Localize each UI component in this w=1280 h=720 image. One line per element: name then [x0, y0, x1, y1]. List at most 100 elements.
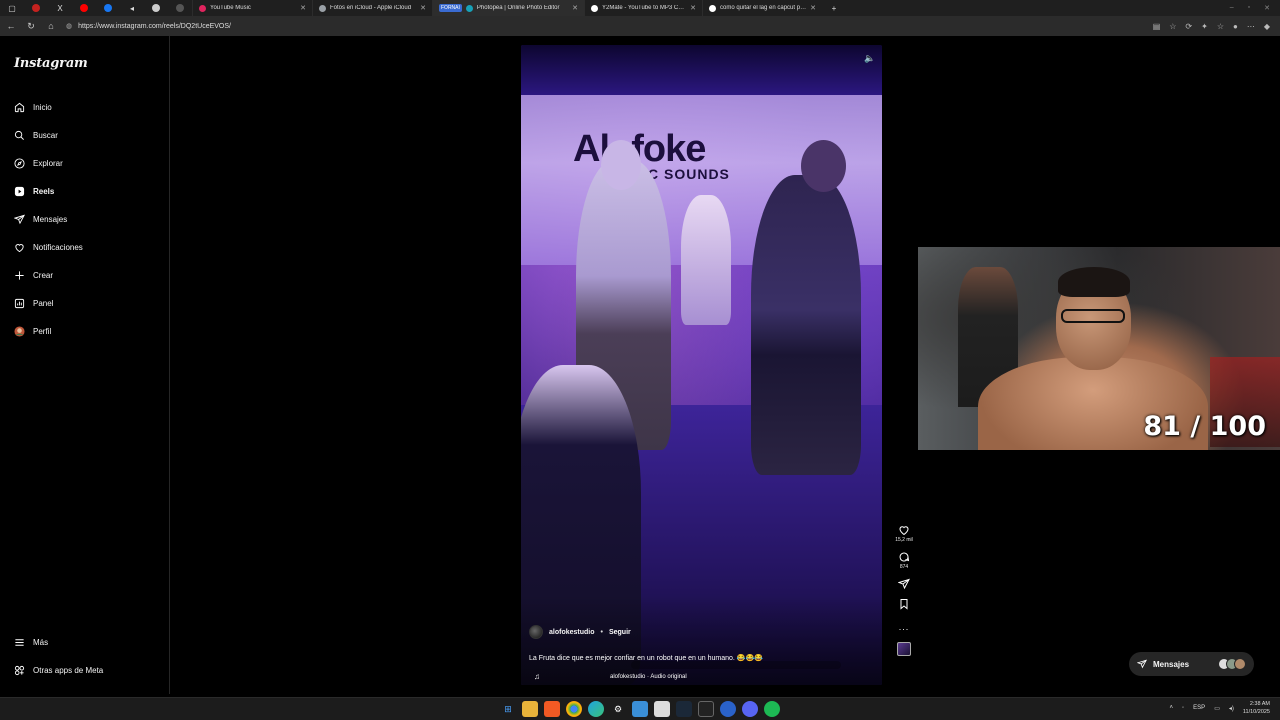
sidebar-item-perfil[interactable]: Perfil: [10, 317, 159, 345]
send-icon[interactable]: [898, 578, 910, 590]
tab-youtube-music[interactable]: YouTube Music ✕: [192, 0, 312, 16]
author-username[interactable]: alofokestudio: [549, 629, 595, 636]
pinned-tab-youtube[interactable]: [72, 0, 96, 16]
like-count: 15,2 mil: [895, 537, 913, 543]
pinned-tab-gmail[interactable]: [24, 0, 48, 16]
comment-count: 874: [899, 564, 909, 570]
chrome-icon[interactable]: [566, 701, 582, 717]
microphone-icon[interactable]: ◦: [1182, 705, 1184, 711]
sidebar-item-notificaciones[interactable]: Notificaciones: [10, 233, 159, 261]
clock[interactable]: 2:38 AM 11/10/2025: [1243, 700, 1270, 716]
tab-group-badge[interactable]: FORNAI: [439, 4, 462, 12]
follow-button[interactable]: Seguir: [609, 629, 631, 636]
profile-avatar: [14, 325, 25, 337]
sidebar-item-crear[interactable]: Crear: [10, 261, 159, 289]
close-icon[interactable]: ✕: [300, 4, 306, 12]
maximize-icon[interactable]: ▫: [1248, 4, 1250, 12]
bookmark-star-icon[interactable]: ☆: [1169, 22, 1176, 31]
settings-icon[interactable]: ⚙: [610, 701, 626, 717]
url-text[interactable]: https://www.instagram.com/reels/DQ2tUceE…: [78, 23, 231, 30]
instagram-logo[interactable]: Instagram: [10, 56, 159, 71]
tab-icloud[interactable]: Fotos en iCloud - Apple iCloud ✕: [312, 0, 432, 16]
music-note-icon: ♫: [534, 672, 540, 681]
refresh-extension-icon[interactable]: ⟳: [1185, 22, 1192, 31]
heart-icon[interactable]: [898, 524, 910, 536]
more-options-icon[interactable]: ...: [899, 622, 910, 632]
close-icon[interactable]: ✕: [690, 4, 696, 12]
volume-icon[interactable]: ◂): [1229, 705, 1234, 712]
notepad-icon[interactable]: [654, 701, 670, 717]
tab-title: YouTube Music: [210, 5, 251, 11]
spotify-icon[interactable]: [764, 701, 780, 717]
reader-icon[interactable]: ▤: [1153, 22, 1161, 31]
sidebar-item-mensajes[interactable]: Mensajes: [10, 205, 159, 233]
save-action[interactable]: [898, 598, 910, 610]
sidebar-item-buscar[interactable]: Buscar: [10, 121, 159, 149]
sidebar-item-mas[interactable]: Más: [10, 628, 103, 656]
site-info-icon[interactable]: ◍: [66, 22, 72, 30]
sidebar-item-label: Perfil: [33, 326, 52, 336]
close-icon[interactable]: ✕: [572, 4, 578, 12]
settings-menu-icon[interactable]: ⋯: [1247, 22, 1255, 31]
minimize-icon[interactable]: –: [1230, 4, 1234, 12]
discord-icon[interactable]: [742, 701, 758, 717]
author-avatar[interactable]: [529, 625, 543, 639]
pinned-tab-facebook[interactable]: [96, 0, 120, 16]
share-action[interactable]: [898, 578, 910, 590]
brave-icon[interactable]: [544, 701, 560, 717]
tab-actions-button[interactable]: ▢: [0, 0, 24, 16]
windows-start-icon[interactable]: ⊞: [500, 701, 516, 717]
favorites-icon[interactable]: ☆: [1217, 22, 1224, 31]
network-icon[interactable]: ▭: [1214, 705, 1220, 712]
file-explorer-icon[interactable]: [522, 701, 538, 717]
bookmark-icon[interactable]: [898, 598, 910, 610]
chevron-up-icon[interactable]: ˄: [1170, 705, 1174, 711]
reel-video[interactable]: Alofoke MUSIC SOUNDS 🔈 alofokestudio • S…: [521, 45, 882, 685]
reel-audio-row[interactable]: ♫ alofokestudio · Audio original: [521, 672, 882, 681]
tab-title: Photopea | Online Photo Editor: [476, 5, 560, 11]
copilot-icon[interactable]: ◆: [1264, 22, 1270, 31]
sidebar-item-meta-apps[interactable]: Otras apps de Meta: [10, 656, 103, 684]
new-tab-button[interactable]: +: [822, 0, 846, 16]
reel-person-right: [751, 175, 861, 475]
browser-tab-strip: ▢ X ◂ YouTube Music ✕ Fotos en iCloud - …: [0, 0, 1280, 16]
back-icon[interactable]: ←: [6, 21, 16, 31]
menu-icon: [14, 637, 25, 648]
audio-label[interactable]: alofokestudio · Audio original: [610, 674, 687, 680]
system-tray: ˄ ◦ ESP ▭ ◂) 2:38 AM 11/10/2025: [1170, 700, 1270, 716]
home-icon[interactable]: ⌂: [46, 21, 56, 31]
send-icon: [1137, 659, 1147, 669]
sidebar-item-panel[interactable]: Panel: [10, 289, 159, 317]
audio-thumbnail[interactable]: [897, 642, 911, 656]
tab-capcut-search[interactable]: como quitar el lag en capcut pc - ✕: [702, 0, 822, 16]
pinned-tab-audio[interactable]: ◂: [120, 0, 144, 16]
comment-action[interactable]: 874: [898, 551, 910, 570]
tab-y2mate[interactable]: Y2Mate - YouTube to MP3 Conve... ✕: [584, 0, 702, 16]
url-field[interactable]: ◍ https://www.instagram.com/reels/DQ2tUc…: [66, 22, 231, 31]
tab-photopea[interactable]: FORNAI Photopea | Online Photo Editor ✕: [432, 0, 584, 16]
profile-icon[interactable]: ●: [1233, 22, 1238, 31]
sidebar-item-inicio[interactable]: Inicio: [10, 93, 159, 121]
reload-icon[interactable]: ↻: [26, 21, 36, 32]
volume-icon[interactable]: 🔈: [864, 53, 876, 65]
close-window-icon[interactable]: ✕: [1264, 4, 1270, 12]
reel-ceiling: [521, 45, 882, 95]
edge-icon[interactable]: [588, 701, 604, 717]
pinned-tab-x[interactable]: X: [48, 0, 72, 16]
close-icon[interactable]: ✕: [420, 4, 426, 12]
pinned-tab-chatgpt[interactable]: [144, 0, 168, 16]
steam-icon[interactable]: [676, 701, 692, 717]
language-indicator[interactable]: ESP: [1193, 705, 1205, 711]
extensions-icon[interactable]: ✦: [1201, 22, 1208, 31]
epic-games-icon[interactable]: [698, 701, 714, 717]
pinned-tab-other[interactable]: [168, 0, 192, 16]
comment-icon[interactable]: [898, 551, 910, 563]
app-icon[interactable]: [720, 701, 736, 717]
window-controls: – ▫ ✕: [1230, 4, 1280, 12]
sidebar-item-reels[interactable]: Reels: [10, 177, 159, 205]
close-icon[interactable]: ✕: [810, 4, 816, 12]
photos-icon[interactable]: [632, 701, 648, 717]
sidebar-item-explorar[interactable]: Explorar: [10, 149, 159, 177]
messages-button[interactable]: Mensajes: [1129, 652, 1254, 676]
like-action[interactable]: 15,2 mil: [895, 524, 913, 543]
